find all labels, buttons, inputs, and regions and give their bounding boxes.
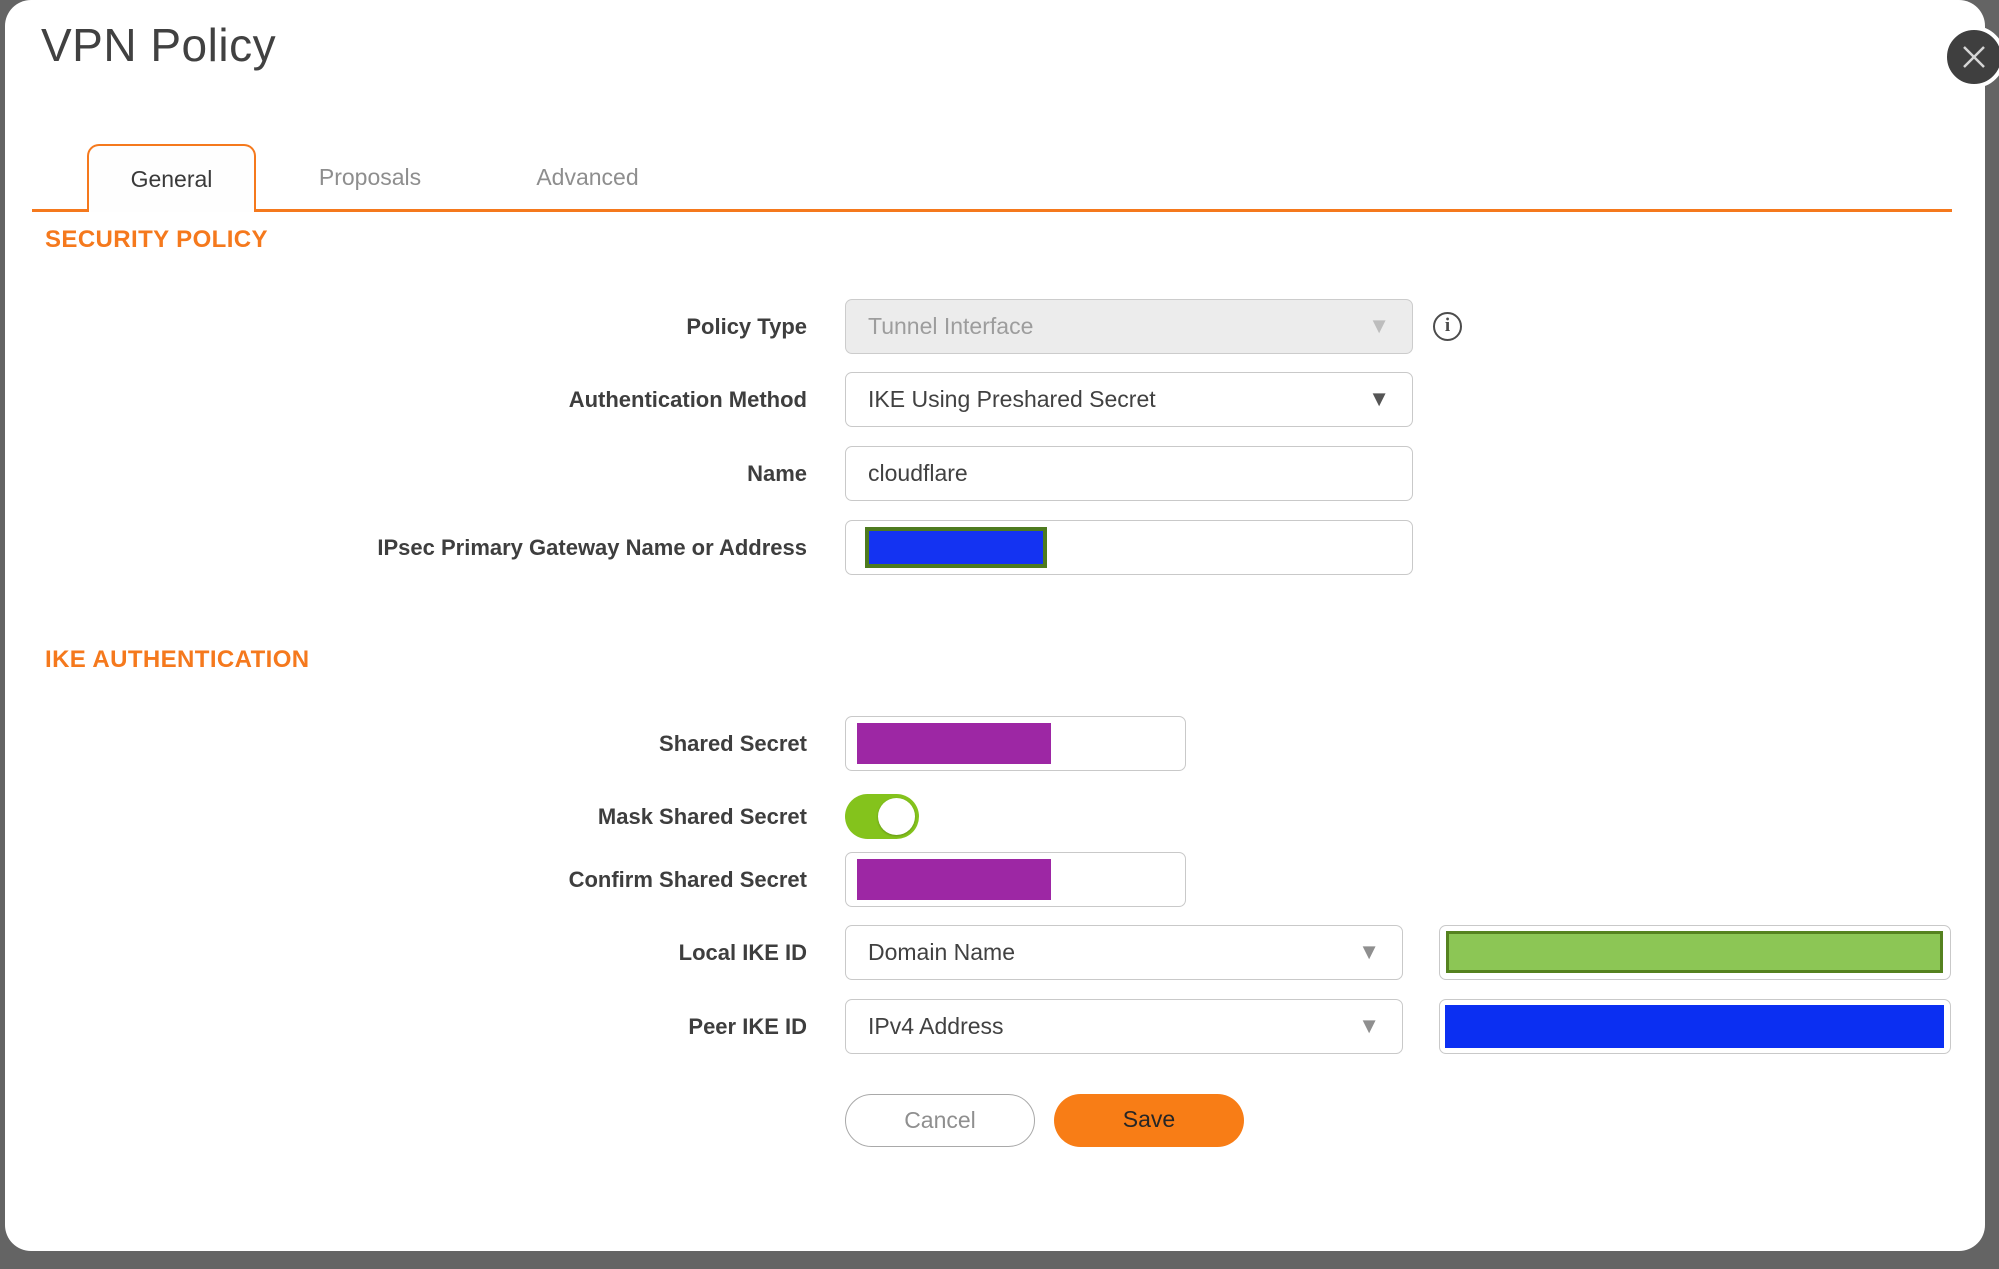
chevron-down-icon: ▼ — [1368, 313, 1390, 338]
tab-general[interactable]: General — [87, 144, 256, 212]
auth-method-select[interactable]: IKE Using Preshared Secret ▼ — [845, 372, 1413, 427]
auth-method-label: Authentication Method — [568, 387, 807, 412]
section-ike-authentication: IKE AUTHENTICATION — [45, 646, 310, 673]
confirm-shared-secret-redaction — [857, 859, 1051, 900]
auth-method-row: Authentication Method IKE Using Preshare… — [45, 372, 1975, 427]
gateway-row: IPsec Primary Gateway Name or Address — [45, 520, 1975, 575]
local-ike-id-value: Domain Name — [868, 939, 1015, 965]
chevron-down-icon: ▼ — [1358, 1013, 1380, 1038]
toggle-knob — [878, 798, 915, 835]
close-button[interactable] — [1943, 26, 1999, 88]
section-security-policy: SECURITY POLICY — [45, 226, 268, 253]
gateway-label: IPsec Primary Gateway Name or Address — [377, 535, 807, 560]
policy-type-select[interactable]: Tunnel Interface ▼ — [845, 299, 1413, 354]
tab-proposals[interactable]: Proposals — [305, 144, 435, 212]
confirm-shared-secret-row: Confirm Shared Secret — [45, 852, 1975, 907]
local-ike-id-row: Local IKE ID Domain Name ▼ — [45, 925, 1975, 980]
policy-type-row: Policy Type Tunnel Interface ▼ i — [45, 299, 1975, 354]
local-ike-id-label: Local IKE ID — [678, 940, 807, 965]
auth-method-value: IKE Using Preshared Secret — [868, 386, 1156, 412]
gateway-redaction — [865, 527, 1047, 568]
local-ike-id-select[interactable]: Domain Name ▼ — [845, 925, 1403, 980]
cancel-button[interactable]: Cancel — [845, 1094, 1035, 1147]
close-icon — [1963, 46, 1985, 68]
mask-shared-secret-row: Mask Shared Secret — [45, 789, 1975, 844]
local-ike-id-input[interactable] — [1439, 925, 1951, 980]
chevron-down-icon: ▼ — [1358, 939, 1380, 964]
chevron-down-icon: ▼ — [1368, 386, 1390, 411]
mask-shared-secret-toggle[interactable] — [845, 794, 919, 839]
button-row: Cancel Save — [45, 1094, 1975, 1149]
confirm-shared-secret-label: Confirm Shared Secret — [568, 867, 807, 892]
policy-type-label: Policy Type — [686, 314, 807, 339]
peer-ike-id-value: IPv4 Address — [868, 1013, 1004, 1039]
save-button[interactable]: Save — [1054, 1094, 1244, 1147]
shared-secret-redaction — [857, 723, 1051, 764]
page-title: VPN Policy — [41, 19, 277, 71]
mask-shared-secret-label: Mask Shared Secret — [597, 804, 807, 829]
peer-ike-id-row: Peer IKE ID IPv4 Address ▼ — [45, 999, 1975, 1054]
vpn-policy-dialog: VPN Policy General Proposals Advanced SE… — [5, 0, 1985, 1251]
peer-ike-id-label: Peer IKE ID — [688, 1014, 807, 1039]
name-row: Name — [45, 446, 1975, 501]
name-label: Name — [747, 461, 807, 486]
peer-ike-id-redaction — [1445, 1005, 1944, 1048]
policy-type-value: Tunnel Interface — [868, 313, 1034, 339]
info-icon[interactable]: i — [1433, 312, 1462, 341]
tab-advanced[interactable]: Advanced — [520, 144, 655, 212]
name-input[interactable] — [845, 446, 1413, 501]
local-ike-id-redaction — [1446, 931, 1943, 973]
peer-ike-id-select[interactable]: IPv4 Address ▼ — [845, 999, 1403, 1054]
peer-ike-id-input[interactable] — [1439, 999, 1951, 1054]
shared-secret-row: Shared Secret — [45, 716, 1975, 771]
shared-secret-label: Shared Secret — [659, 731, 807, 756]
